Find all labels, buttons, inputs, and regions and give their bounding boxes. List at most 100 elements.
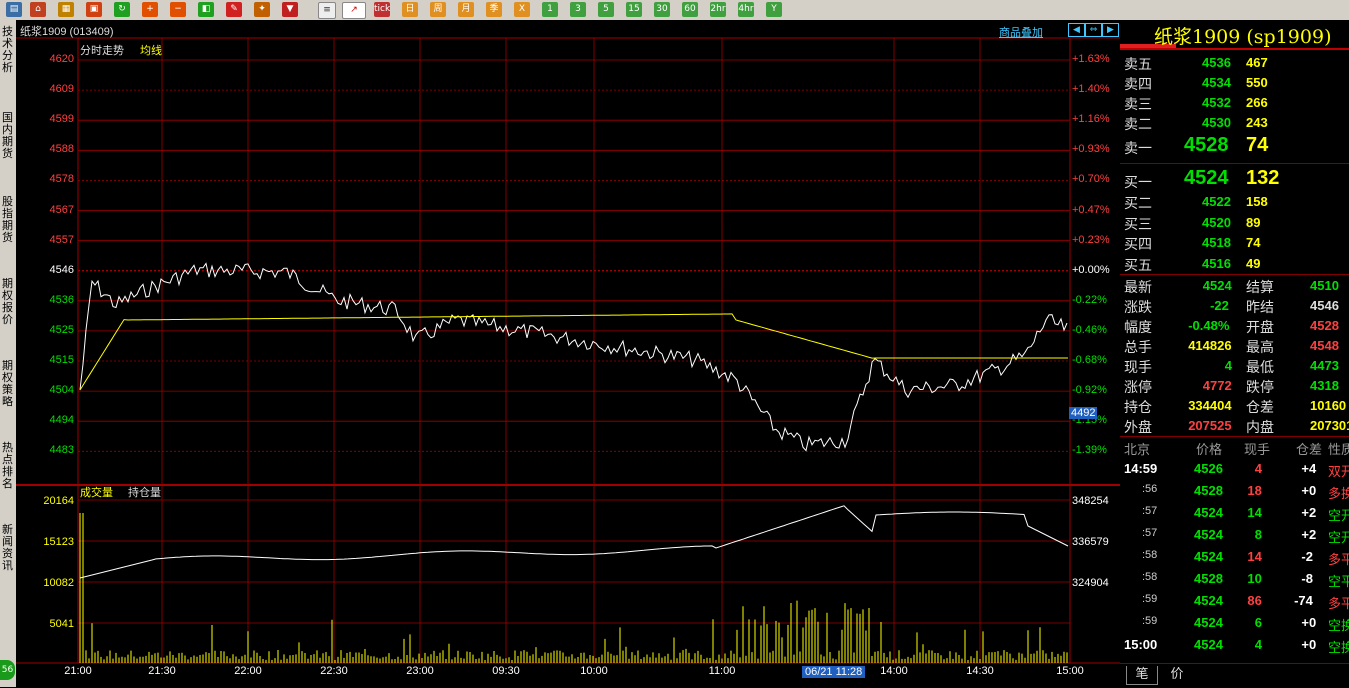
stat-value: 4 bbox=[1224, 358, 1232, 373]
quote-divider bbox=[1120, 274, 1349, 275]
trade-volume: 10 bbox=[1247, 571, 1262, 586]
stat-value: 4772 bbox=[1202, 378, 1232, 393]
period-month-button[interactable]: 月 bbox=[458, 2, 474, 17]
trade-volume: 18 bbox=[1247, 483, 1262, 498]
expand-icon[interactable]: ⇔ bbox=[1085, 23, 1102, 37]
stat-value: 207525 bbox=[1188, 418, 1232, 433]
side-tab-technical[interactable]: 技术分析 bbox=[0, 26, 15, 74]
filter-icon[interactable]: ▼ bbox=[282, 2, 298, 17]
overlay-button[interactable]: 商品叠加 bbox=[999, 24, 1043, 40]
stat-value: 207301 bbox=[1310, 418, 1349, 433]
zoom-out-icon[interactable]: − bbox=[170, 2, 186, 17]
trade-nature: 空开 bbox=[1328, 508, 1349, 523]
price-tick-label: 4620 bbox=[49, 53, 74, 65]
trade-volume: 4 bbox=[1254, 461, 1262, 476]
ask-level-label: 卖三 bbox=[1124, 96, 1152, 112]
brush-icon[interactable]: ✦ bbox=[254, 2, 270, 17]
side-tab-domestic-futures[interactable]: 国内期货 bbox=[0, 112, 15, 160]
trade-oi-change: +2 bbox=[1301, 527, 1317, 542]
stat-label: 总手 bbox=[1124, 339, 1152, 355]
table-icon[interactable]: ≡ bbox=[318, 2, 336, 19]
window-icon[interactable]: ◧ bbox=[198, 2, 214, 17]
period-2hr-button[interactable]: 2hr bbox=[710, 2, 726, 17]
stat-label: 最高 bbox=[1246, 339, 1274, 355]
volume-tick-label: 15123 bbox=[43, 536, 74, 548]
period-4hr-button[interactable]: 4hr bbox=[738, 2, 754, 17]
volume-title: 成交量 bbox=[80, 487, 113, 499]
ask-volume: 74 bbox=[1246, 134, 1269, 156]
price-tick-label: 4494 bbox=[49, 414, 74, 427]
trade-nature: 空换 bbox=[1328, 640, 1349, 655]
price-tick-label: 4609 bbox=[49, 83, 74, 96]
stat-label: 仓差 bbox=[1246, 399, 1274, 415]
pen-icon[interactable]: ✎ bbox=[226, 2, 242, 17]
contract-name: 纸浆1909 (sp1909) bbox=[1154, 26, 1332, 48]
bid-volume: 89 bbox=[1246, 214, 1261, 230]
trade-volume: 14 bbox=[1247, 549, 1262, 564]
bid-volume: 74 bbox=[1246, 235, 1261, 250]
trade-time: :57 bbox=[1142, 527, 1158, 539]
open-interest-tick-label: 336579 bbox=[1072, 536, 1109, 548]
trade-oi-change: +0 bbox=[1301, 483, 1317, 498]
side-tab-index-futures[interactable]: 股指期货 bbox=[0, 196, 15, 244]
price-tick-label: 4578 bbox=[49, 173, 74, 186]
news-icon[interactable]: ▣ bbox=[86, 2, 102, 17]
trade-oi-change: -74 bbox=[1294, 593, 1313, 608]
side-tab-news[interactable]: 新闻资讯 bbox=[0, 524, 15, 572]
line-chart-icon[interactable]: ↗ bbox=[342, 2, 366, 19]
trade-oi-change: +0 bbox=[1301, 615, 1317, 630]
zoom-in-icon[interactable]: + bbox=[142, 2, 158, 17]
side-tab-options-strategy[interactable]: 期权策略 bbox=[0, 360, 15, 408]
ask-price: 4528 bbox=[1184, 134, 1229, 156]
percent-tick-label: -0.22% bbox=[1072, 293, 1107, 306]
price-tick-label: 4525 bbox=[49, 323, 74, 336]
stat-label: 开盘 bbox=[1246, 319, 1274, 335]
price-tick-label: 4599 bbox=[49, 113, 74, 126]
prev-icon[interactable]: ◀ bbox=[1068, 23, 1085, 37]
period-x-button[interactable]: X bbox=[514, 2, 530, 17]
refresh-icon[interactable]: ↻ bbox=[114, 2, 130, 17]
file-icon[interactable]: ▤ bbox=[6, 2, 22, 17]
stat-value: 4510 bbox=[1310, 278, 1339, 293]
bid-level-label: 买二 bbox=[1124, 195, 1152, 211]
trade-column-header: 价格 bbox=[1196, 442, 1223, 457]
trade-nature: 空换 bbox=[1328, 618, 1349, 633]
period-30m-button[interactable]: 30 bbox=[654, 2, 670, 17]
trade-time: :59 bbox=[1142, 593, 1158, 605]
period-y-button[interactable]: Y bbox=[766, 2, 782, 17]
trade-column-header: 仓差 bbox=[1296, 442, 1323, 457]
trade-time: :58 bbox=[1142, 571, 1158, 583]
tab-ticks[interactable]: 笔 bbox=[1126, 666, 1158, 685]
trade-volume: 8 bbox=[1254, 527, 1262, 542]
period-5m-button[interactable]: 5 bbox=[598, 2, 614, 17]
percent-tick-label: +1.16% bbox=[1072, 113, 1110, 126]
trade-column-header: 现手 bbox=[1244, 442, 1271, 457]
time-tick-label: 22:00 bbox=[234, 665, 262, 677]
period-1m-button[interactable]: 1 bbox=[542, 2, 558, 17]
next-icon[interactable]: ▶ bbox=[1102, 23, 1119, 37]
stat-label: 最低 bbox=[1246, 359, 1274, 375]
trade-price: 4524 bbox=[1194, 527, 1223, 542]
stat-value: 10160 bbox=[1310, 398, 1347, 413]
stat-value: 4546 bbox=[1310, 298, 1339, 313]
volume-tick-label: 10082 bbox=[43, 577, 74, 589]
period-tick-button[interactable]: tick bbox=[374, 2, 390, 17]
trade-volume: 4 bbox=[1254, 637, 1262, 652]
trade-oi-change: -8 bbox=[1301, 571, 1313, 586]
period-60m-button[interactable]: 60 bbox=[682, 2, 698, 17]
trade-price: 4526 bbox=[1194, 461, 1223, 476]
time-tick-label: 23:00 bbox=[406, 665, 434, 677]
home-icon[interactable]: ⌂ bbox=[30, 2, 46, 17]
bid-level-label: 买三 bbox=[1124, 215, 1152, 232]
period-season-button[interactable]: 季 bbox=[486, 2, 502, 17]
side-tab-hot-rank[interactable]: 热点排名 bbox=[0, 442, 15, 490]
period-15m-button[interactable]: 15 bbox=[626, 2, 642, 17]
period-week-button[interactable]: 周 bbox=[430, 2, 446, 17]
trade-nature: 多平 bbox=[1328, 552, 1349, 567]
tab-prices[interactable]: 价 bbox=[1162, 666, 1192, 684]
period-3m-button[interactable]: 3 bbox=[570, 2, 586, 17]
period-day-button[interactable]: 日 bbox=[402, 2, 418, 17]
trade-time: :57 bbox=[1142, 505, 1158, 517]
side-tab-options-quotes[interactable]: 期权报价 bbox=[0, 278, 15, 326]
notebook-icon[interactable]: ▦ bbox=[58, 2, 74, 17]
